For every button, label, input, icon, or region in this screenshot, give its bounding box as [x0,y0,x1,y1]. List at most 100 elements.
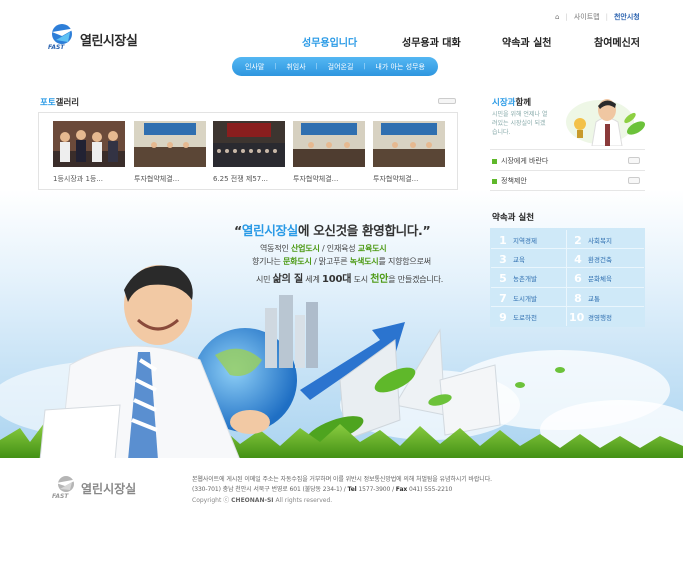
pledge-item-8[interactable]: 8 교통 [573,289,600,307]
hero-keyword: 100대 [321,274,352,285]
hero-line-1: 역동적인 산업도시 / 인재육성 교육도시 [260,243,387,254]
copyright-prefix: Copyright ⓒ [192,497,230,504]
sub-menu-inaugural[interactable]: 취임사 [286,62,305,72]
footer-tel: 1577-3900 [358,486,391,493]
hero-keyword: 문화도시 [282,257,312,266]
copyright-suffix: All rights reserved. [275,497,333,504]
tel-label: Tel [347,486,357,493]
hero-text: 향기나는 [252,257,283,266]
pledge-item-9[interactable]: 9 도로하천 [498,308,537,326]
policy-more-button[interactable] [628,177,640,184]
util-link-sitemap[interactable]: 사이트맵 [574,12,600,22]
hero-text: 세계 [302,275,322,284]
pledge-number: 2 [574,233,582,247]
hero-headline: “열린시장실에 오신것을 환영합니다.” [234,220,431,239]
divider [491,287,644,288]
pledge-item-5[interactable]: 5 농촌개발 [498,269,537,287]
link-policy-proposal[interactable]: 정책제안 [492,176,527,186]
pledge-item-2[interactable]: 2 사회복지 [573,231,612,249]
home-icon[interactable]: ⌂ [555,13,559,21]
pledge-label: 도로하천 [513,314,537,322]
hero-line-3: 시민 삶의 질 세계 100대 도시 천안을 만들겠습니다. [256,270,443,285]
hero-text: 시민 [256,275,273,284]
divider [490,190,645,191]
gallery-more-button[interactable] [438,98,456,104]
pledge-label: 환경건축 [588,256,612,264]
bullet-icon [492,158,497,164]
utility-nav: ⌂ | 사이트맵 | 천안시청 [555,12,640,22]
petition-more-button[interactable] [628,157,640,164]
hero-text: / 맑고푸른 [311,257,350,266]
pledge-item-10[interactable]: 10 경영행정 [569,308,612,326]
pledge-label: 농촌개발 [513,275,537,283]
gallery-thumb-2[interactable] [134,121,206,167]
divider: | [274,63,277,70]
pledge-label: 교육 [513,256,525,264]
pledge-item-3[interactable]: 3 교육 [498,250,525,268]
hero-text: / 인재육성 [319,244,358,253]
pledge-label: 문화체육 [588,275,612,283]
hero-text: 역동적인 [260,244,291,253]
sub-menu-greeting[interactable]: 인사말 [245,62,264,72]
gallery-thumb-4[interactable] [293,121,365,167]
pledge-label: 교통 [588,295,600,303]
gallery-thumb-3[interactable] [213,121,285,167]
gallery-caption-4[interactable]: 투자협약체결... [293,174,367,184]
hero-keyword: 삶의 질 [272,274,303,285]
copyright-org: CHEONAN-SI [231,497,274,504]
pledge-number: 4 [574,252,582,266]
footer-logo-tag: FAST [52,493,69,500]
hero-keyword: 녹색도시 [349,257,379,266]
trophy-icon [574,118,586,130]
pledge-number: 10 [569,310,585,324]
site-title[interactable]: 열린시장실 [80,30,138,49]
divider [490,170,645,171]
pledge-number: 3 [499,252,507,266]
gallery-caption-1[interactable]: 1등시장과 1등... [53,174,127,184]
pledge-title: 약속과 실천 [492,213,535,223]
footer-address-line: (330-701) 충남 천안시 서북구 번영로 601 (불당동 234-1)… [192,484,452,493]
footer-copyright: Copyright ⓒ CHEONAN-SI All rights reserv… [192,495,332,504]
divider: | [565,13,568,21]
gallery-thumb-1[interactable] [53,121,125,167]
util-link-cityhall[interactable]: 천안시청 [614,12,640,22]
pledge-number: 6 [574,271,582,285]
gallery-caption-5[interactable]: 투자협약체결... [373,174,447,184]
gnb-item-messenger[interactable]: 참여메신저 [594,34,640,49]
sub-menu-about[interactable]: 내가 아는 성무용 [375,62,425,72]
link-label: 시장에게 바란다 [501,157,549,165]
pledge-label: 지역경제 [513,237,537,245]
pledge-number: 9 [499,310,507,324]
gnb-item-dialogue[interactable]: 성무용과 대화 [402,34,502,49]
divider: | [605,13,608,21]
gnb-item-pledge[interactable]: 약속과 실천 [502,34,594,49]
pledge-item-7[interactable]: 7 도시개발 [498,289,537,307]
pledge-item-1[interactable]: 1 지역경제 [498,231,537,249]
hero-line-2: 향기나는 문화도시 / 맑고푸른 녹색도시를 지향함으로써 [252,256,431,267]
divider: | [363,63,366,70]
gallery-title-suffix: 갤러리 [55,98,80,108]
hero-text: 를 지향함으로써 [378,257,431,266]
gallery-thumb-5[interactable] [373,121,445,167]
gallery-title-prefix: 포토 [40,98,56,108]
gallery-caption-3[interactable]: 6.25 전쟁 제57... [213,174,287,184]
mayor-with-title: 시장과함께 [492,96,531,108]
pledge-item-4[interactable]: 4 환경건축 [573,250,612,268]
footer-notice: 본웹사이트에 게시된 이메일 주소는 자동수집을 거부하며 이를 위반시 정보통… [192,476,492,483]
headline-highlight: 열린시장실 [241,223,298,238]
link-petition[interactable]: 시장에게 바란다 [492,156,548,166]
gallery-caption-2[interactable]: 투자협약체결... [134,174,208,184]
sub-menu-history[interactable]: 걸어온길 [328,62,354,72]
bullet-icon [492,178,497,184]
hero-keyword: 천안 [370,274,389,285]
pledge-label: 도시개발 [513,295,537,303]
divider [566,230,567,326]
footer-logo-text: 열린시장실 [81,482,137,496]
hero-text: 도시 [351,275,371,284]
pledge-number: 8 [574,291,582,305]
gnb-item-intro[interactable]: 성무용입니다 [302,34,402,49]
mayor-photo [566,99,646,146]
mayor-description: 시민을 위해 언제나 열려있는 시장실이 되겠습니다. [492,111,548,136]
pledge-item-6[interactable]: 6 문화체육 [573,269,612,287]
headline-rest: 에 오신것을 환영합니다.” [297,223,431,238]
